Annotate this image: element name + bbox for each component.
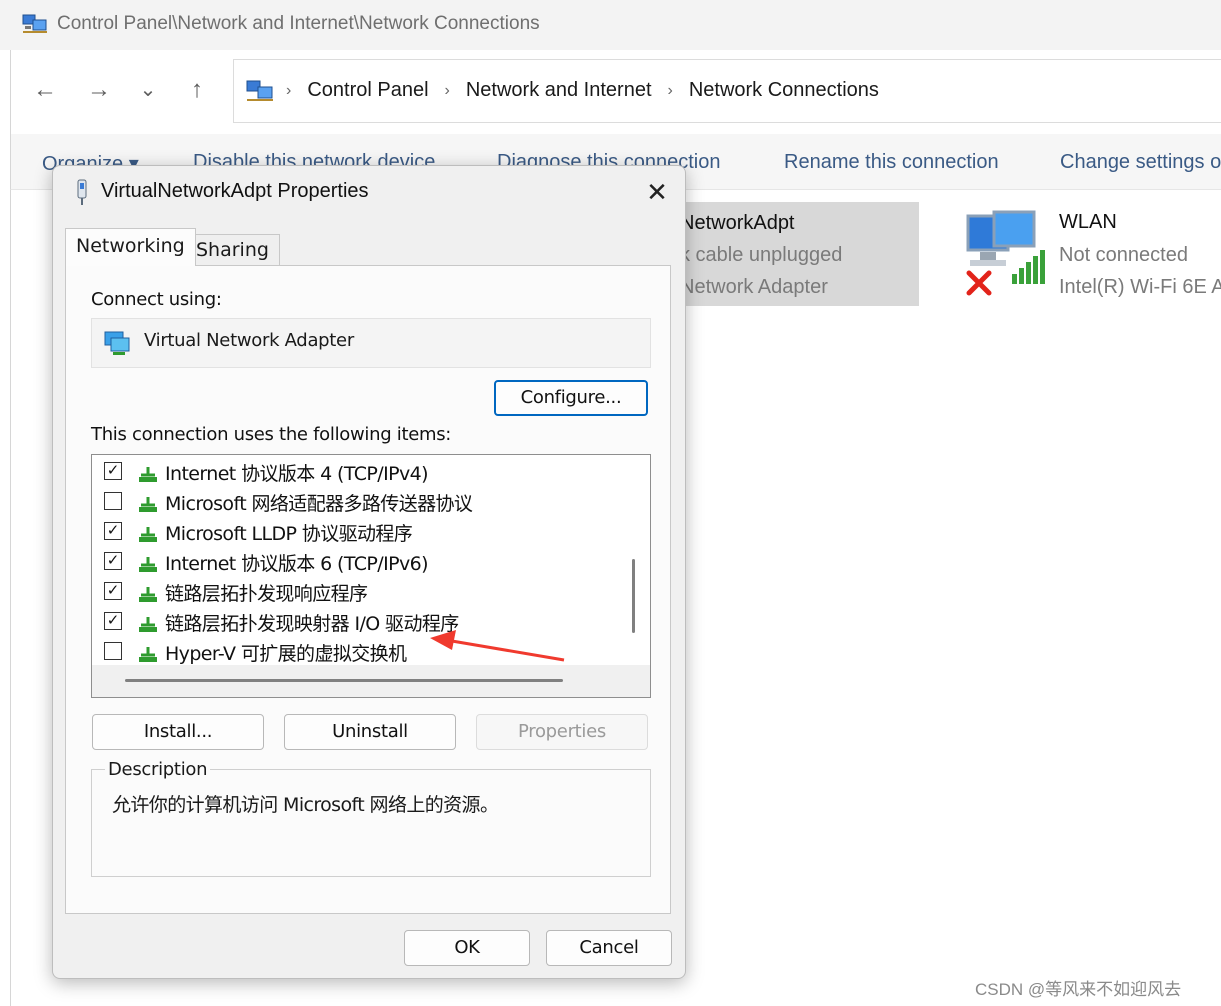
list-item[interactable]: ✓ 链路层拓扑发现响应程序	[92, 577, 612, 607]
item-label: Internet 协议版本 4 (TCP/IPv4)	[165, 463, 428, 485]
item-label: Hyper-V 可扩展的虚拟交换机	[165, 643, 407, 665]
checkbox[interactable]: ✓	[104, 462, 122, 480]
navigation-bar: ← → ⌄ ↑ › Control Panel › Network and In…	[10, 50, 1221, 134]
window-titlebar: Control Panel\Network and Internet\Netwo…	[0, 0, 1221, 50]
network-component-icon	[139, 497, 157, 512]
list-item[interactable]: ✓ Microsoft LLDP 协议驱动程序	[92, 517, 612, 547]
window-title: Control Panel\Network and Internet\Netwo…	[57, 13, 540, 34]
watermark: CSDN @等风来不如迎风去	[975, 980, 1182, 999]
network-component-icon	[139, 587, 157, 602]
connection-device: Intel(R) Wi-Fi 6E A	[1059, 276, 1221, 298]
recent-locations-button[interactable]: ⌄	[132, 74, 164, 106]
item-label: Microsoft LLDP 协议驱动程序	[165, 523, 413, 545]
item-label: Microsoft 网络适配器多路传送器协议	[165, 493, 473, 515]
network-connections-icon	[22, 14, 47, 33]
connect-using-label: Connect using:	[91, 289, 222, 310]
connection-name: WLAN	[1059, 211, 1117, 233]
properties-dialog: VirtualNetworkAdpt Properties ✕ Networki…	[52, 165, 686, 979]
forward-button[interactable]: →	[83, 74, 115, 106]
install-button[interactable]: Install...	[92, 714, 264, 750]
back-button[interactable]: ←	[29, 74, 61, 106]
horizontal-scrollbar-thumb[interactable]	[125, 679, 563, 682]
up-button[interactable]: ↑	[181, 74, 213, 106]
description-label: Description	[105, 759, 211, 780]
network-component-icon	[139, 557, 157, 572]
connection-status: k cable unplugged	[680, 244, 843, 266]
checkbox[interactable]	[104, 492, 122, 510]
tab-networking[interactable]: Networking	[65, 228, 196, 266]
ok-button[interactable]: OK	[404, 930, 530, 966]
networking-panel: Connect using: Virtual Network Adapter C…	[65, 265, 671, 914]
adapter-field: Virtual Network Adapter	[91, 318, 651, 368]
rename-command[interactable]: Rename this connection	[784, 151, 999, 174]
error-x-icon	[966, 270, 992, 296]
adapter-name: Virtual Network Adapter	[144, 330, 354, 351]
connection-device: Network Adapter	[680, 276, 828, 298]
breadcrumb: › Control Panel › Network and Internet ›…	[286, 79, 895, 102]
network-component-icon	[139, 617, 157, 632]
change-settings-command[interactable]: Change settings o	[1060, 151, 1221, 174]
item-label: 链路层拓扑发现响应程序	[165, 583, 368, 605]
item-label: 链路层拓扑发现映射器 I/O 驱动程序	[165, 613, 459, 635]
uninstall-button[interactable]: Uninstall	[284, 714, 456, 750]
connection-name: NetworkAdpt	[680, 212, 795, 234]
cancel-button[interactable]: Cancel	[546, 930, 672, 966]
vertical-scrollbar-thumb[interactable]	[632, 559, 635, 633]
item-label: Internet 协议版本 6 (TCP/IPv6)	[165, 553, 428, 575]
list-item[interactable]: ✓ Internet 协议版本 4 (TCP/IPv4)	[92, 457, 612, 487]
list-item[interactable]: Microsoft 网络适配器多路传送器协议	[92, 487, 612, 517]
checkbox[interactable]: ✓	[104, 612, 122, 630]
network-adapter-icon	[104, 331, 130, 355]
configure-button[interactable]: Configure...	[494, 380, 648, 416]
close-button[interactable]: ✕	[639, 174, 675, 210]
connection-status: Not connected	[1059, 244, 1188, 266]
properties-button[interactable]: Properties	[476, 714, 648, 750]
network-component-icon	[139, 527, 157, 542]
checkbox[interactable]: ✓	[104, 522, 122, 540]
description-group	[91, 769, 651, 877]
breadcrumb-network-and-internet[interactable]: Network and Internet	[466, 79, 652, 102]
chevron-right-icon[interactable]: ›	[445, 82, 450, 100]
chevron-right-icon[interactable]: ›	[668, 82, 673, 100]
dialog-title: VirtualNetworkAdpt Properties	[101, 180, 369, 202]
tab-sharing[interactable]: Sharing	[185, 234, 280, 266]
network-connections-icon	[246, 80, 273, 101]
chevron-right-icon[interactable]: ›	[286, 82, 291, 100]
description-text: 允许你的计算机访问 Microsoft 网络上的资源。	[112, 794, 499, 816]
annotation-arrow-icon	[430, 630, 565, 662]
items-label: This connection uses the following items…	[91, 424, 452, 445]
breadcrumb-network-connections[interactable]: Network Connections	[689, 79, 879, 102]
address-bar[interactable]: › Control Panel › Network and Internet ›…	[233, 59, 1221, 123]
checkbox[interactable]	[104, 642, 122, 660]
breadcrumb-control-panel[interactable]: Control Panel	[307, 79, 428, 102]
items-list[interactable]: ✓ Internet 协议版本 4 (TCP/IPv4) Microsoft 网…	[91, 454, 651, 698]
checkbox[interactable]: ✓	[104, 552, 122, 570]
network-component-icon	[139, 647, 157, 662]
network-component-icon	[139, 467, 157, 482]
list-item[interactable]: ✓ Internet 协议版本 6 (TCP/IPv6)	[92, 547, 612, 577]
network-adapter-icon	[77, 179, 87, 205]
checkbox[interactable]: ✓	[104, 582, 122, 600]
